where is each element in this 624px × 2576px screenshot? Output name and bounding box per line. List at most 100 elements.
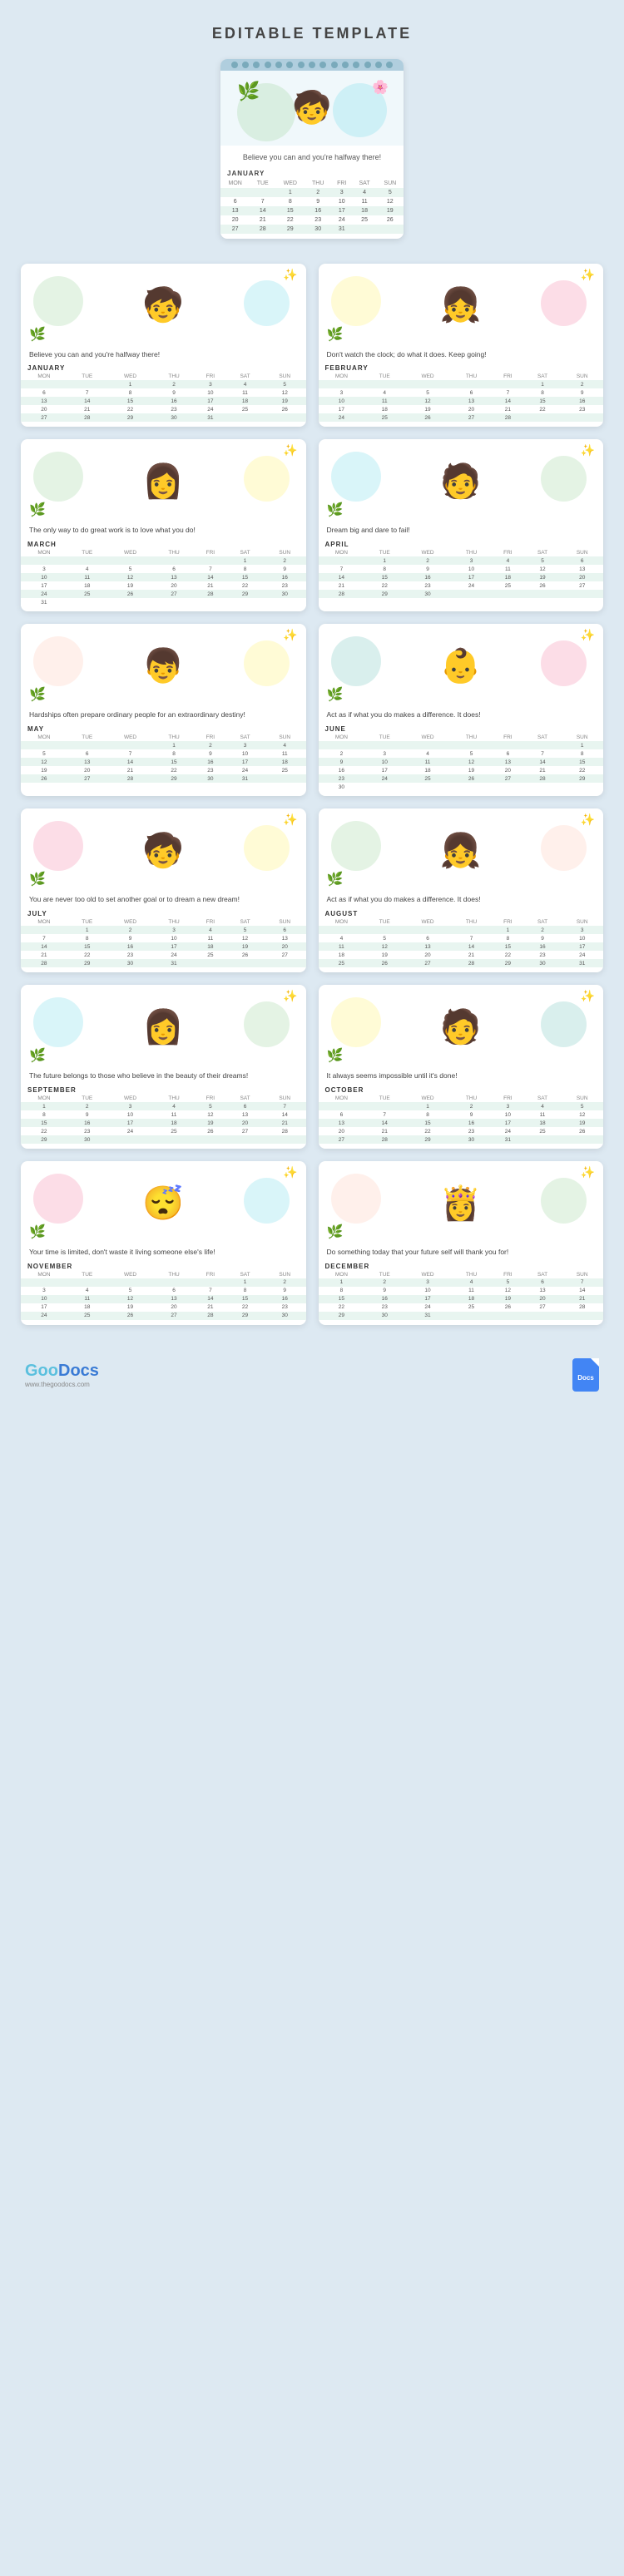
table-cell: 21 xyxy=(451,951,492,959)
table-cell: 14 xyxy=(319,573,365,581)
cal-card-jun: 🌿✨👶Act as if what you do makes a differe… xyxy=(319,624,604,796)
table-cell: 15 xyxy=(561,758,603,766)
card-cal-apr: MONTUEWEDTHUFRISATSUN1234567891011121314… xyxy=(319,549,604,598)
table-cell xyxy=(561,590,603,598)
table-cell: 13 xyxy=(153,573,194,581)
card-cal-oct: MONTUEWEDTHUFRISATSUN1234567891011121314… xyxy=(319,1095,604,1144)
card-quote-may: Hardships often prepare ordinary people … xyxy=(21,707,306,722)
table-cell xyxy=(561,413,603,422)
card-character-oct: 🧑 xyxy=(440,1007,482,1046)
table-cell: 17 xyxy=(107,1119,154,1127)
table-cell xyxy=(492,380,524,388)
table-cell: 14 xyxy=(264,1110,306,1119)
table-cell: 31 xyxy=(153,959,194,967)
card-month-aug: AUGUST xyxy=(319,907,604,918)
table-cell: 29 xyxy=(561,774,603,783)
table-cell: 10 xyxy=(451,565,492,573)
table-cell: 27 xyxy=(264,951,306,959)
card-month-may: MAY xyxy=(21,722,306,734)
table-cell: 12 xyxy=(264,388,306,397)
table-cell: 14 xyxy=(21,942,67,951)
table-cell: 30 xyxy=(67,1135,107,1144)
card-image-jan: 🌿✨🧒 xyxy=(21,264,306,347)
table-cell: 1 xyxy=(524,380,562,388)
table-cell: 4 xyxy=(153,1102,194,1110)
table-cell: 18 xyxy=(404,766,451,774)
card-quote-feb: Don't watch the clock; do what it does. … xyxy=(319,347,604,362)
table-cell: 25 xyxy=(264,766,306,774)
table-cell: 17 xyxy=(451,573,492,581)
table-cell: 27 xyxy=(153,1312,194,1320)
table-cell: 17 xyxy=(364,766,404,774)
table-cell: 23 xyxy=(404,581,451,590)
table-cell: 16 xyxy=(404,573,451,581)
card-quote-mar: The only way to do great work is to love… xyxy=(21,522,306,537)
table-cell: 26 xyxy=(404,413,451,422)
table-cell xyxy=(107,1278,154,1287)
table-cell: 1 xyxy=(226,1278,264,1287)
table-cell xyxy=(153,1135,194,1144)
table-cell: 8 xyxy=(226,565,264,573)
logo-goo: Goo xyxy=(25,1362,58,1380)
cal-card-feb: 🌿✨👧Don't watch the clock; do what it doe… xyxy=(319,264,604,428)
table-cell: 13 xyxy=(67,758,107,766)
table-cell: 30 xyxy=(319,783,365,791)
table-cell xyxy=(226,959,264,967)
table-cell: 17 xyxy=(226,758,264,766)
table-cell: 30 xyxy=(524,959,562,967)
table-cell: 18 xyxy=(524,1119,562,1127)
table-cell xyxy=(404,741,451,749)
table-cell xyxy=(107,556,154,565)
table-cell: 17 xyxy=(404,1295,451,1303)
table-cell: 29 xyxy=(492,959,524,967)
card-cal-sep: MONTUEWEDTHUFRISATSUN1234567891011121314… xyxy=(21,1095,306,1144)
table-cell: 4 xyxy=(195,926,227,934)
card-image-jul: 🌿✨🧒 xyxy=(21,808,306,892)
table-cell: 10 xyxy=(364,758,404,766)
card-image-nov: 🌿✨😴 xyxy=(21,1161,306,1244)
table-cell: 15 xyxy=(67,942,107,951)
table-cell xyxy=(264,959,306,967)
table-cell: 20 xyxy=(451,405,492,413)
table-cell xyxy=(524,413,562,422)
table-cell: 26 xyxy=(195,1127,227,1135)
table-cell: 6 xyxy=(67,749,107,758)
table-cell: 26 xyxy=(364,959,404,967)
table-cell: 28 xyxy=(195,1312,227,1320)
table-cell: 19 xyxy=(561,1119,603,1127)
table-cell: 13 xyxy=(561,565,603,573)
table-cell: 17 xyxy=(21,1303,67,1312)
table-cell xyxy=(21,380,67,388)
table-cell: 14 xyxy=(451,942,492,951)
table-cell: 8 xyxy=(21,1110,67,1119)
table-cell: 7 xyxy=(451,934,492,942)
table-cell: 5 xyxy=(404,388,451,397)
table-cell: 22 xyxy=(492,951,524,959)
table-cell: 29 xyxy=(67,959,107,967)
table-cell: 6 xyxy=(451,388,492,397)
table-cell: 24 xyxy=(107,1127,154,1135)
table-cell: 9 xyxy=(319,758,365,766)
table-cell xyxy=(107,1135,154,1144)
table-cell: 10 xyxy=(107,1110,154,1119)
table-cell: 17 xyxy=(153,942,194,951)
table-cell: 3 xyxy=(21,565,67,573)
table-cell: 6 xyxy=(264,926,306,934)
table-cell xyxy=(195,1278,227,1287)
card-image-apr: 🌿✨🧑 xyxy=(319,439,604,522)
cal-card-may: 🌿✨👦Hardships often prepare ordinary peop… xyxy=(21,624,306,796)
table-cell: 26 xyxy=(21,774,67,783)
logo: GooDocs xyxy=(25,1362,99,1381)
table-cell: 11 xyxy=(67,573,107,581)
table-cell: 10 xyxy=(561,934,603,942)
table-cell: 10 xyxy=(319,397,365,405)
table-cell: 14 xyxy=(195,1295,227,1303)
table-cell: 17 xyxy=(492,1119,524,1127)
table-cell: 21 xyxy=(524,766,562,774)
card-character-aug: 👧 xyxy=(440,831,482,870)
card-image-aug: 🌿✨👧 xyxy=(319,808,604,892)
table-cell: 20 xyxy=(264,942,306,951)
table-cell xyxy=(364,926,404,934)
cal-card-apr: 🌿✨🧑Dream big and dare to fail!APRILMONTU… xyxy=(319,439,604,611)
table-cell: 23 xyxy=(319,774,365,783)
